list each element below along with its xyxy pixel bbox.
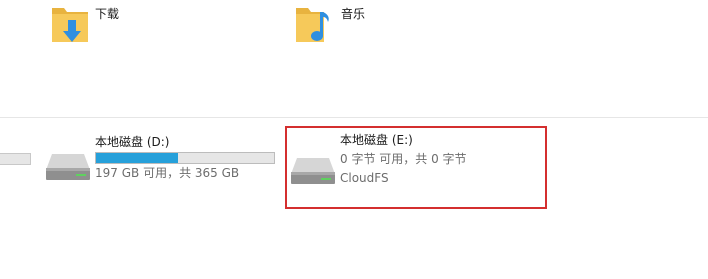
folder-label: 音乐 xyxy=(341,7,366,21)
folder-downloads[interactable]: 下载 xyxy=(48,0,198,60)
drive-filesystem: CloudFS xyxy=(340,171,389,185)
capacity-bar-fill xyxy=(96,153,178,163)
folder-music[interactable]: 音乐 xyxy=(294,0,444,60)
file-explorer-view: 下载 音乐 本地磁盘 (D:) 197 GB 可用，共 365 GB 本地磁盘 … xyxy=(0,0,708,279)
downloads-folder-icon xyxy=(48,2,92,46)
drive-space: 197 GB 可用，共 365 GB xyxy=(95,166,240,180)
partial-capacity-bar xyxy=(0,153,31,165)
music-folder-icon xyxy=(294,2,338,46)
drive-d[interactable]: 本地磁盘 (D:) 197 GB 可用，共 365 GB xyxy=(44,130,284,190)
hard-drive-icon xyxy=(44,152,92,182)
drive-e[interactable]: 本地磁盘 (E:) 0 字节 可用，共 0 字节 CloudFS xyxy=(285,126,547,209)
section-divider xyxy=(0,117,708,118)
drive-name: 本地磁盘 (E:) xyxy=(340,133,413,147)
folder-label: 下载 xyxy=(95,7,120,21)
drive-name: 本地磁盘 (D:) xyxy=(95,135,170,149)
hard-drive-icon xyxy=(289,156,337,186)
drive-space: 0 字节 可用，共 0 字节 xyxy=(340,152,467,166)
capacity-bar xyxy=(95,152,275,164)
